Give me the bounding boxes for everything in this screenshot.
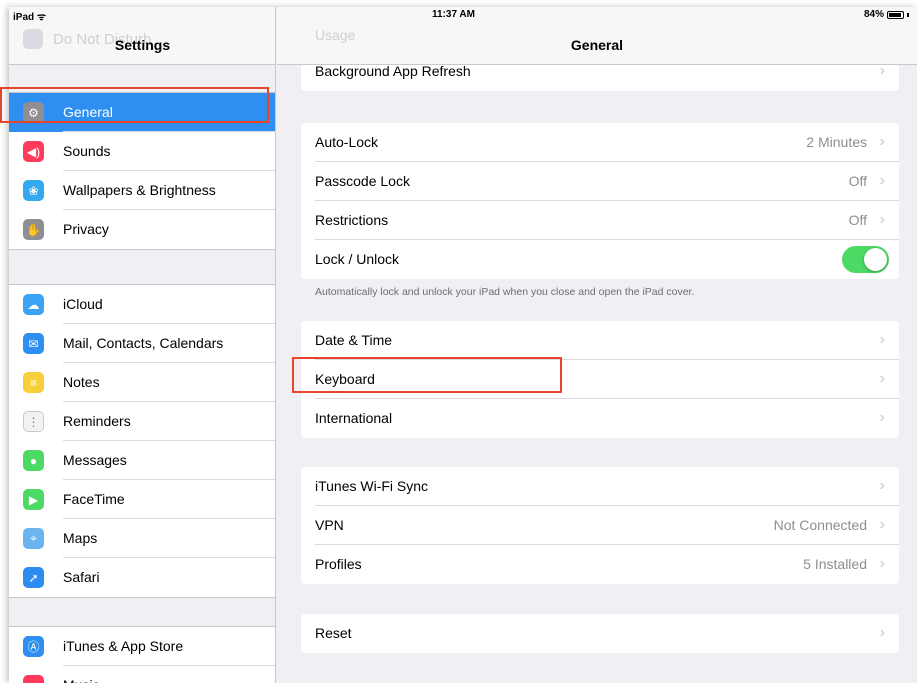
setting-label: Lock / Unlock xyxy=(315,251,400,267)
sidebar-item-label: Sounds xyxy=(63,143,111,159)
general-highlight-box xyxy=(0,87,269,123)
sidebar-item-label: Maps xyxy=(63,530,98,546)
setting-row-passcode-lock[interactable]: Passcode Lock Off › xyxy=(301,162,899,201)
sidebar-item-label: FaceTime xyxy=(63,491,125,507)
sidebar-item-sounds[interactable]: ◀) Sounds xyxy=(9,132,275,171)
speech-bubble-icon: ● xyxy=(23,450,44,471)
lock-footnote: Automatically lock and unlock your iPad … xyxy=(315,286,695,298)
sidebar-group: ⒶiTunes & App Store ♫ Music xyxy=(9,626,275,683)
setting-value: 2 Minutes xyxy=(806,134,867,150)
clock: 11:37 AM xyxy=(432,9,475,20)
video-camera-icon: ▶ xyxy=(23,489,44,510)
chevron-right-icon: › xyxy=(879,172,885,189)
sidebar-item-label: Wallpapers & Brightness xyxy=(63,182,216,198)
sidebar-item-music[interactable]: ♫ Music xyxy=(9,666,275,683)
sidebar-item-wallpapers-brightness[interactable]: ❀ Wallpapers & Brightness xyxy=(9,171,275,210)
sidebar-item-reminders[interactable]: ⋮ Reminders xyxy=(9,402,275,441)
setting-value: Not Connected xyxy=(773,517,867,533)
setting-row-restrictions[interactable]: Restrictions Off › xyxy=(301,201,899,240)
settings-group: Auto-Lock 2 Minutes › Passcode Lock Off › Rest… xyxy=(301,123,899,279)
sidebar-item-label: iTunes & App Store xyxy=(63,638,184,654)
setting-row-reset[interactable]: Reset › xyxy=(301,614,899,653)
setting-label: Date & Time xyxy=(315,332,393,348)
sidebar-item-itunes-app-store[interactable]: ⒶiTunes & App Store xyxy=(9,627,275,666)
sidebar-item-safari[interactable]: ➚ Safari xyxy=(9,558,275,597)
sidebar-item-messages[interactable]: ● Messages xyxy=(9,441,275,480)
sidebar-title: Settings xyxy=(114,37,171,53)
flower-icon: ❀ xyxy=(23,180,44,201)
setting-label: Auto-Lock xyxy=(315,134,379,150)
sidebar-item-icloud[interactable]: ☁ iCloud xyxy=(9,285,275,324)
battery-tip xyxy=(907,12,909,17)
lock-unlock-toggle[interactable] xyxy=(842,246,889,273)
sidebar-item-label: iCloud xyxy=(63,296,103,312)
setting-row-profiles[interactable]: Profiles 5 Installed › xyxy=(301,545,899,584)
chevron-right-icon: › xyxy=(879,516,885,533)
setting-label: Background App Refresh xyxy=(315,63,471,79)
setting-label: Restrictions xyxy=(315,212,389,228)
device-label: iPad ᯤ xyxy=(13,12,47,23)
chevron-right-icon: › xyxy=(879,370,885,387)
setting-row-itunes-wi-fi-sync[interactable]: iTunes Wi-Fi Sync › xyxy=(301,467,899,506)
sidebar-item-label: Safari xyxy=(63,569,100,585)
setting-row-date-time[interactable]: Date & Time › xyxy=(301,321,899,360)
general-detail-pane: Usage General Background App Refresh › Aut… xyxy=(277,7,917,683)
music-note-icon: ♫ xyxy=(23,675,44,683)
setting-row-auto-lock[interactable]: Auto-Lock 2 Minutes › xyxy=(301,123,899,162)
page-title: General xyxy=(570,37,624,53)
sidebar-item-mail-contacts-calendars[interactable]: ✉ Mail, Contacts, Calendars xyxy=(9,324,275,363)
sidebar-item-label: Reminders xyxy=(63,413,131,429)
compass-icon: ➚ xyxy=(23,567,44,588)
battery-icon xyxy=(887,10,904,19)
settings-group: iTunes Wi-Fi Sync › VPN Not Connected › Profi… xyxy=(301,467,899,584)
envelope-icon: ✉ xyxy=(23,333,44,354)
chevron-right-icon: › xyxy=(879,555,885,572)
toggle-knob xyxy=(864,248,887,271)
sidebar-group: ☁ iCloud ✉ Mail, Contacts, Calendars ≡ Notes ⋮… xyxy=(9,284,275,598)
list-icon: ⋮ xyxy=(23,411,44,432)
keyboard-highlight-box xyxy=(292,357,562,393)
sidebar-item-label: Privacy xyxy=(63,221,109,237)
setting-value: Off xyxy=(848,173,867,189)
setting-label: VPN xyxy=(315,517,344,533)
battery-status: 84% xyxy=(864,9,909,20)
chevron-right-icon: › xyxy=(879,477,885,494)
setting-label: Profiles xyxy=(315,556,362,572)
sidebar-item-facetime[interactable]: ▶ FaceTime xyxy=(9,480,275,519)
setting-value: Off xyxy=(848,212,867,228)
setting-label: Passcode Lock xyxy=(315,173,410,189)
speaker-icon: ◀) xyxy=(23,141,44,162)
map-icon: ⌖ xyxy=(23,528,44,549)
settings-group: Reset › xyxy=(301,614,899,653)
setting-label: iTunes Wi-Fi Sync xyxy=(315,478,429,494)
sidebar-item-label: Music xyxy=(63,677,100,683)
sidebar-item-privacy[interactable]: ✋ Privacy xyxy=(9,210,275,249)
battery-percent: 84% xyxy=(863,9,884,20)
hand-icon: ✋ xyxy=(23,219,44,240)
sidebar-item-maps[interactable]: ⌖ Maps xyxy=(9,519,275,558)
setting-label: Reset xyxy=(315,625,352,641)
setting-value: 5 Installed xyxy=(803,556,867,572)
setting-row-vpn[interactable]: VPN Not Connected › xyxy=(301,506,899,545)
setting-row-lock-unlock[interactable]: Lock / Unlock xyxy=(301,240,899,279)
chevron-right-icon: › xyxy=(879,133,885,150)
chevron-right-icon: › xyxy=(879,409,885,426)
chevron-right-icon: › xyxy=(879,331,885,348)
cloud-icon: ☁ xyxy=(23,294,44,315)
setting-label: International xyxy=(315,410,393,426)
notepad-icon: ≡ xyxy=(23,372,44,393)
wifi-icon: ᯤ xyxy=(36,12,47,23)
app-store-icon: Ⓐ xyxy=(23,636,44,657)
sidebar-item-label: Notes xyxy=(63,374,100,390)
status-bar: iPad ᯤ 11:37 AM 84% xyxy=(9,7,917,23)
chevron-right-icon: › xyxy=(879,211,885,228)
chevron-right-icon: › xyxy=(879,624,885,641)
sidebar-item-label: Mail, Contacts, Calendars xyxy=(63,335,224,351)
sidebar-item-notes[interactable]: ≡ Notes xyxy=(9,363,275,402)
setting-row-international[interactable]: International › xyxy=(301,399,899,438)
sidebar-item-label: Messages xyxy=(63,452,127,468)
